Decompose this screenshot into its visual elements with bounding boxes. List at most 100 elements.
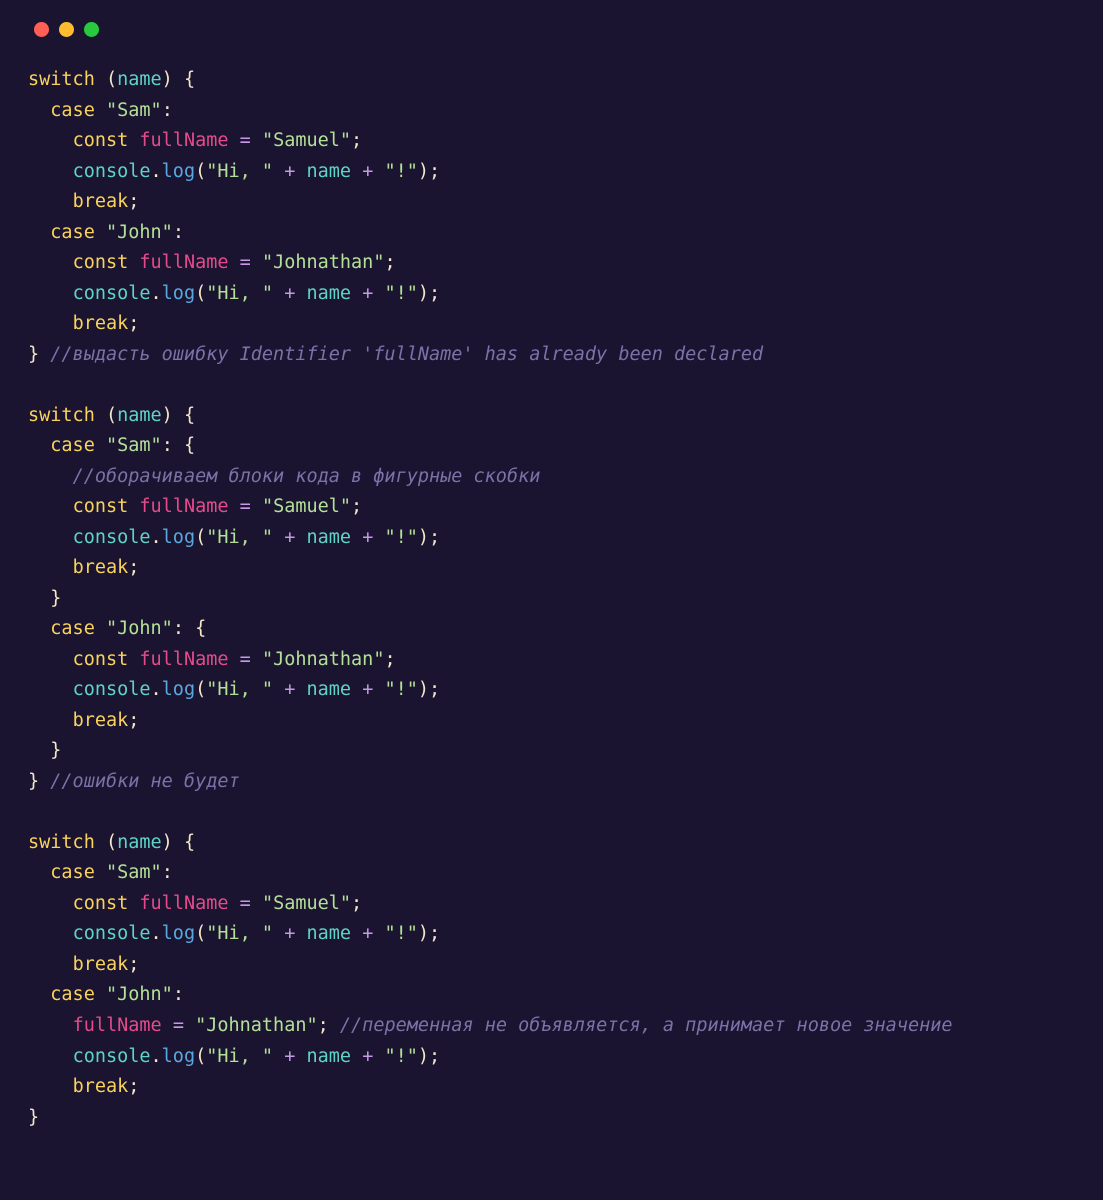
punct: ; bbox=[429, 283, 440, 304]
punct: ) bbox=[162, 405, 173, 426]
property: log bbox=[162, 923, 195, 944]
keyword: case bbox=[50, 435, 95, 456]
keyword: case bbox=[50, 862, 95, 883]
punct: . bbox=[151, 679, 162, 700]
property: log bbox=[162, 527, 195, 548]
keyword: const bbox=[73, 893, 129, 914]
string: "!" bbox=[384, 1046, 417, 1067]
operator: + bbox=[362, 679, 373, 700]
punct: ; bbox=[128, 557, 139, 578]
punct: ) bbox=[418, 923, 429, 944]
punct: { bbox=[184, 435, 195, 456]
operator: = bbox=[173, 1015, 184, 1036]
punct: ; bbox=[128, 313, 139, 334]
identifier: console bbox=[73, 679, 151, 700]
punct: ; bbox=[128, 1076, 139, 1097]
operator: + bbox=[284, 283, 295, 304]
punct: } bbox=[28, 771, 39, 792]
comment: //выдасть ошибку Identifier 'fullName' h… bbox=[50, 344, 763, 365]
string: "Samuel" bbox=[262, 893, 351, 914]
keyword: case bbox=[50, 222, 95, 243]
operator: + bbox=[284, 679, 295, 700]
keyword: const bbox=[73, 252, 129, 273]
punct: ; bbox=[429, 923, 440, 944]
punct: ( bbox=[195, 1046, 206, 1067]
operator: + bbox=[284, 923, 295, 944]
string: "Hi, " bbox=[206, 679, 273, 700]
maximize-icon[interactable] bbox=[84, 22, 99, 37]
punct: { bbox=[184, 832, 195, 853]
punct: ) bbox=[418, 1046, 429, 1067]
punct: : bbox=[173, 984, 184, 1005]
punct: } bbox=[28, 1107, 39, 1128]
punct: ( bbox=[195, 923, 206, 944]
operator: = bbox=[240, 252, 251, 273]
keyword: switch bbox=[28, 832, 95, 853]
keyword: case bbox=[50, 100, 95, 121]
punct: ; bbox=[429, 679, 440, 700]
string: "Hi, " bbox=[206, 283, 273, 304]
string: "!" bbox=[384, 161, 417, 182]
identifier: console bbox=[73, 923, 151, 944]
operator: = bbox=[240, 496, 251, 517]
close-icon[interactable] bbox=[34, 22, 49, 37]
punct: ) bbox=[418, 679, 429, 700]
identifier: console bbox=[73, 527, 151, 548]
keyword: const bbox=[73, 649, 129, 670]
operator: + bbox=[362, 923, 373, 944]
punct: : bbox=[173, 222, 184, 243]
punct: . bbox=[151, 283, 162, 304]
punct: ( bbox=[195, 161, 206, 182]
minimize-icon[interactable] bbox=[59, 22, 74, 37]
punct: } bbox=[50, 740, 61, 761]
punct: . bbox=[151, 1046, 162, 1067]
operator: = bbox=[240, 130, 251, 151]
window-controls bbox=[28, 22, 1075, 37]
punct: ( bbox=[195, 679, 206, 700]
punct: ; bbox=[318, 1015, 329, 1036]
punct: ) bbox=[418, 161, 429, 182]
comment: //переменная не объявляется, а принимает… bbox=[340, 1015, 953, 1036]
punct: : bbox=[162, 862, 173, 883]
property: log bbox=[162, 679, 195, 700]
identifier: name bbox=[306, 527, 351, 548]
punct: : bbox=[162, 100, 173, 121]
keyword: break bbox=[73, 191, 129, 212]
punct: ; bbox=[384, 252, 395, 273]
punct: ) bbox=[418, 283, 429, 304]
punct: ) bbox=[162, 832, 173, 853]
string: "!" bbox=[384, 283, 417, 304]
declaration: fullName bbox=[139, 252, 228, 273]
keyword: break bbox=[73, 954, 129, 975]
punct: ) bbox=[418, 527, 429, 548]
string: "Hi, " bbox=[206, 923, 273, 944]
string: "!" bbox=[384, 923, 417, 944]
identifier: console bbox=[73, 161, 151, 182]
operator: + bbox=[362, 161, 373, 182]
punct: ) bbox=[162, 69, 173, 90]
operator: + bbox=[362, 283, 373, 304]
punct: ; bbox=[429, 1046, 440, 1067]
operator: + bbox=[284, 1046, 295, 1067]
property: log bbox=[162, 161, 195, 182]
string: "!" bbox=[384, 679, 417, 700]
keyword: switch bbox=[28, 69, 95, 90]
punct: ; bbox=[128, 954, 139, 975]
identifier: name bbox=[306, 283, 351, 304]
string: "John" bbox=[106, 222, 173, 243]
comment: //оборачиваем блоки кода в фигурные скоб… bbox=[73, 466, 541, 487]
operator: + bbox=[284, 527, 295, 548]
operator: + bbox=[284, 161, 295, 182]
keyword: case bbox=[50, 984, 95, 1005]
operator: + bbox=[362, 1046, 373, 1067]
identifier: name bbox=[117, 69, 162, 90]
punct: . bbox=[151, 161, 162, 182]
operator: = bbox=[240, 893, 251, 914]
keyword: break bbox=[73, 313, 129, 334]
identifier: name bbox=[117, 405, 162, 426]
declaration: fullName bbox=[139, 130, 228, 151]
punct: { bbox=[184, 405, 195, 426]
identifier: name bbox=[306, 923, 351, 944]
string: "Sam" bbox=[106, 862, 162, 883]
punct: } bbox=[50, 588, 61, 609]
